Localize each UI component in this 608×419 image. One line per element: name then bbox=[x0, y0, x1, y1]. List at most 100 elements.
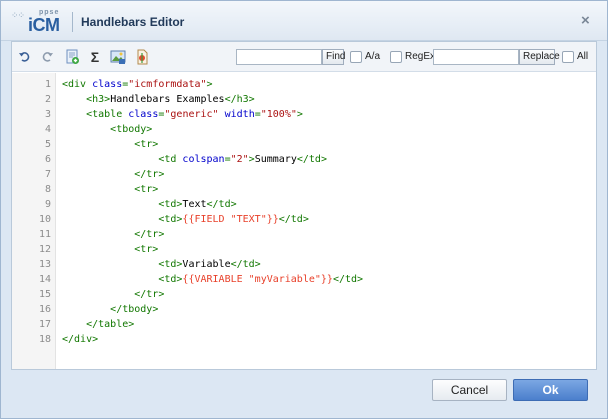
line-number: 7 bbox=[44, 169, 51, 180]
code-token: </tbody> bbox=[110, 304, 159, 315]
match-case-label: A/a bbox=[365, 51, 381, 62]
close-icon[interactable]: × bbox=[581, 12, 590, 29]
code-line: <td>Variable</td> bbox=[62, 257, 261, 272]
replace-all-checkbox[interactable] bbox=[562, 51, 574, 63]
code-token: Text bbox=[182, 199, 207, 210]
code-token: "generic" bbox=[164, 109, 219, 120]
dialog-title: Handlebars Editor bbox=[81, 15, 185, 29]
code-line: <td>{{FIELD "TEXT"}}</td> bbox=[62, 212, 309, 227]
insert-image-icon[interactable] bbox=[109, 48, 127, 66]
icm-logo: ⁘⁘ ppse iCM bbox=[11, 7, 67, 35]
code-token: <td bbox=[158, 154, 183, 165]
code-line: <td>Text</td> bbox=[62, 197, 237, 212]
undo-icon[interactable] bbox=[16, 48, 34, 66]
logo-swoosh-icon: ⁘⁘ bbox=[11, 10, 25, 20]
line-number: 11 bbox=[38, 229, 51, 240]
code-token: <table bbox=[86, 109, 129, 120]
line-number: 5 bbox=[44, 139, 51, 150]
line-number: 10 bbox=[38, 214, 51, 225]
title-bar: ⁘⁘ ppse iCM Handlebars Editor × bbox=[1, 1, 607, 41]
code-token: </td> bbox=[296, 154, 327, 165]
replace-all-label: All bbox=[577, 51, 589, 62]
code-line: <h3>Handlebars Examples</h3> bbox=[62, 92, 255, 107]
match-case-checkbox[interactable] bbox=[350, 51, 362, 63]
line-number: 6 bbox=[44, 154, 51, 165]
code-token: <td> bbox=[158, 199, 183, 210]
line-number: 18 bbox=[38, 334, 51, 345]
line-number-gutter: 1 2 3 4 5 6 7 8 9 10 11 12 13 14 15 16 17 18 bbox=[12, 73, 56, 369]
code-token: <tbody> bbox=[110, 124, 153, 135]
editor-toolbar: Σ Find A/a RegEx Replace All bbox=[12, 42, 596, 72]
replace-button[interactable]: Replace bbox=[519, 49, 560, 65]
logo-main-text: iCM bbox=[28, 15, 60, 35]
cancel-button[interactable]: Cancel bbox=[432, 379, 507, 401]
code-token: class bbox=[92, 79, 123, 90]
code-line: <tbody> bbox=[62, 122, 152, 137]
code-token: > bbox=[296, 109, 303, 120]
code-token: <td> bbox=[158, 274, 183, 285]
code-token: {{VARIABLE "myVariable"}} bbox=[182, 274, 333, 285]
code-token: <div bbox=[62, 79, 93, 90]
sigma-icon[interactable]: Σ bbox=[86, 48, 104, 66]
code-line: </tr> bbox=[62, 287, 164, 302]
code-line: <tr> bbox=[62, 242, 158, 257]
code-token: {{FIELD "TEXT"}} bbox=[182, 214, 279, 225]
insert-variable-icon[interactable] bbox=[133, 48, 151, 66]
code-token: "icmformdata" bbox=[128, 79, 207, 90]
replace-input[interactable] bbox=[433, 49, 519, 65]
find-button[interactable]: Find bbox=[322, 49, 345, 65]
code-editor[interactable]: 1 2 3 4 5 6 7 8 9 10 11 12 13 14 15 16 17 18 <div class="… bbox=[12, 73, 596, 369]
code-token: Handlebars Examples bbox=[110, 94, 225, 105]
code-token: <td> bbox=[158, 259, 183, 270]
redo-icon[interactable] bbox=[38, 48, 56, 66]
code-token: <td> bbox=[158, 214, 183, 225]
code-token: <tr> bbox=[134, 244, 159, 255]
code-token: "100%" bbox=[260, 109, 297, 120]
code-token: width bbox=[224, 109, 255, 120]
code-token: Variable bbox=[182, 259, 231, 270]
title-separator bbox=[72, 12, 73, 32]
code-token: </tr> bbox=[134, 289, 165, 300]
find-input[interactable] bbox=[236, 49, 322, 65]
code-token: </div> bbox=[62, 334, 99, 345]
code-token: <tr> bbox=[134, 184, 159, 195]
code-line: <div class="icmformdata"> bbox=[62, 77, 213, 92]
code-line: </table> bbox=[62, 317, 134, 332]
code-line: <tr> bbox=[62, 182, 158, 197]
line-number: 8 bbox=[44, 184, 51, 195]
editor-frame: Σ Find A/a RegEx Replace All 1 2 3 4 5 6 7 8 9 10… bbox=[11, 41, 597, 370]
ok-button[interactable]: Ok bbox=[513, 379, 588, 401]
code-token: </td> bbox=[230, 259, 261, 270]
regex-label: RegEx bbox=[405, 51, 436, 62]
code-token: "2" bbox=[230, 154, 249, 165]
code-line: <table class="generic" width="100%"> bbox=[62, 107, 303, 122]
code-token: </td> bbox=[206, 199, 237, 210]
regex-checkbox[interactable] bbox=[390, 51, 402, 63]
code-token: </tr> bbox=[134, 229, 165, 240]
line-number: 16 bbox=[38, 304, 51, 315]
line-number: 14 bbox=[38, 274, 51, 285]
line-number: 1 bbox=[44, 79, 51, 90]
dialog-footer: Cancel Ok bbox=[1, 371, 607, 418]
code-line: </tbody> bbox=[62, 302, 158, 317]
code-token: </td> bbox=[278, 214, 309, 225]
code-token: > bbox=[206, 79, 213, 90]
code-token: colspan bbox=[182, 154, 225, 165]
code-line: </tr> bbox=[62, 227, 164, 242]
code-token: </h3> bbox=[224, 94, 255, 105]
insert-field-icon[interactable] bbox=[63, 48, 81, 66]
line-number: 17 bbox=[38, 319, 51, 330]
